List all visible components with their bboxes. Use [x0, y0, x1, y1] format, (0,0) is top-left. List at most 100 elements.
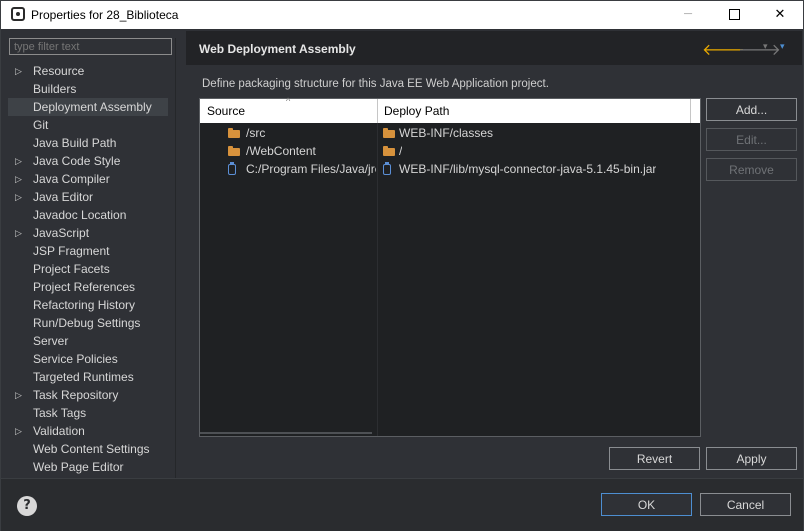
forward-arrow-icon[interactable]: 🡒 — [738, 39, 781, 59]
tree-item[interactable]: Server — [8, 332, 168, 350]
tree-item[interactable]: Service Policies — [8, 350, 168, 368]
column-header-source[interactable]: Source — [207, 104, 245, 118]
jar-icon — [228, 162, 236, 175]
folder-icon — [228, 146, 240, 156]
page-description: Define packaging structure for this Java… — [202, 78, 549, 90]
tree-item-label: Run/Debug Settings — [33, 316, 141, 330]
cancel-button-label: Cancel — [726, 498, 765, 512]
maximize-icon — [728, 9, 740, 20]
tree-item-label: Java Editor — [33, 190, 94, 204]
page-title: Web Deployment Assembly — [199, 42, 356, 56]
page-header: Web Deployment Assembly 🡐 🡒 ▾ ▾ — [186, 31, 802, 65]
tree-item-label: JavaScript — [33, 226, 90, 240]
tree-item[interactable]: Refactoring History — [8, 296, 168, 314]
forward-menu-icon[interactable]: ▾ — [763, 42, 768, 52]
column-header-deploy-path[interactable]: Deploy Path — [384, 104, 449, 118]
table-header: ^ Source Deploy Path — [200, 96, 700, 123]
minimize-button[interactable]: ─ — [665, 1, 711, 29]
tree-item[interactable]: Targeted Runtimes — [8, 368, 168, 386]
tree-item[interactable]: ▷ Task Repository — [8, 386, 168, 404]
tree-item[interactable]: ▷ Java Code Style — [8, 152, 168, 170]
view-menu-icon[interactable]: ▾ — [780, 42, 785, 52]
tree-item-label: Validation — [33, 424, 85, 438]
expand-arrow-icon[interactable]: ▷ — [15, 188, 22, 206]
source-cell: /src — [246, 126, 266, 140]
apply-button[interactable]: Apply — [706, 447, 797, 470]
sort-indicator-icon: ^ — [286, 96, 291, 106]
ok-button[interactable]: OK — [601, 493, 692, 516]
expand-arrow-icon[interactable]: ▷ — [15, 170, 22, 188]
tree-item-label: Web Content Settings — [33, 442, 150, 456]
folder-icon — [383, 146, 395, 156]
tree-item[interactable]: Javadoc Location — [8, 206, 168, 224]
property-tree: ▷ Resource Builders Deployment Assembly Git J… — [8, 62, 174, 476]
tree-item[interactable]: ▷ Java Compiler — [8, 170, 168, 188]
tree-item-label: Git — [33, 118, 49, 132]
expand-arrow-icon[interactable]: ▷ — [15, 62, 22, 80]
assembly-table: ^ Source Deploy Path /src WEB-INF/classes… — [199, 96, 701, 437]
revert-button-label: Revert — [636, 452, 673, 466]
tree-item-label: Project Facets — [33, 262, 110, 276]
expand-arrow-icon[interactable]: ▷ — [15, 224, 22, 242]
tree-item-label: Service Policies — [33, 352, 118, 366]
tree-item[interactable]: ▷ Java Editor — [8, 188, 168, 206]
tree-item[interactable]: Web Page Editor — [8, 458, 168, 476]
tree-item-label: Java Compiler — [33, 172, 110, 186]
tree-item[interactable]: Run/Debug Settings — [8, 314, 168, 332]
tree-item-label: Targeted Runtimes — [33, 370, 134, 384]
eclipse-icon — [11, 7, 25, 21]
table-row[interactable]: /WebContent / — [200, 142, 700, 160]
horizontal-scrollbar[interactable] — [200, 432, 372, 434]
add-button[interactable]: Add... — [706, 98, 797, 121]
revert-button[interactable]: Revert — [609, 447, 700, 470]
edit-button-label: Edit... — [736, 133, 767, 147]
tree-item[interactable]: ▷ Resource — [8, 62, 168, 80]
tree-item[interactable]: ▷ JavaScript — [8, 224, 168, 242]
tree-item-label: Resource — [33, 64, 85, 78]
title-bar: Properties for 28_Biblioteca ─ ✕ — [1, 1, 803, 29]
minimize-icon: ─ — [684, 7, 692, 22]
tree-item[interactable]: Project Facets — [8, 260, 168, 278]
close-button[interactable]: ✕ — [757, 1, 803, 29]
expand-arrow-icon[interactable]: ▷ — [15, 386, 22, 404]
tree-item[interactable]: Builders — [8, 80, 168, 98]
apply-button-label: Apply — [736, 452, 767, 466]
deploy-path-cell: WEB-INF/lib/mysql-connector-java-5.1.45-… — [399, 162, 657, 176]
window-title: Properties for 28_Biblioteca — [31, 8, 179, 22]
tree-item[interactable]: Git — [8, 116, 168, 134]
help-icon[interactable]: ? — [17, 496, 37, 516]
column-separator[interactable] — [377, 99, 378, 123]
tree-item-label: Refactoring History — [33, 298, 136, 312]
tree-item-label: Project References — [33, 280, 136, 294]
tree-divider — [175, 38, 176, 478]
table-row[interactable]: C:/Program Files/Java/jre WEB-INF/lib/mys… — [200, 160, 700, 178]
maximize-button[interactable] — [711, 1, 757, 29]
source-cell: C:/Program Files/Java/jre — [246, 162, 376, 176]
tree-item-label: Builders — [33, 82, 77, 96]
tree-item[interactable]: Java Build Path — [8, 134, 168, 152]
tree-item-label: Task Repository — [33, 388, 119, 402]
expand-arrow-icon[interactable]: ▷ — [15, 152, 22, 170]
tree-item[interactable]: Task Tags — [8, 404, 168, 422]
filter-input[interactable] — [9, 38, 172, 55]
tree-item-label: JSP Fragment — [33, 244, 110, 258]
tree-item[interactable]: JSP Fragment — [8, 242, 168, 260]
tree-item[interactable]: Web Content Settings — [8, 440, 168, 458]
tree-item[interactable]: ▷ Validation — [8, 422, 168, 440]
tree-item[interactable]: Project References — [8, 278, 168, 296]
column-separator[interactable] — [690, 99, 691, 123]
source-cell: /WebContent — [246, 144, 316, 158]
remove-button[interactable]: Remove — [706, 158, 797, 181]
tree-item-label: Java Build Path — [33, 136, 117, 150]
tree-item-label: Javadoc Location — [33, 208, 127, 222]
tree-item-label: Web Page Editor — [33, 460, 124, 474]
deploy-path-cell: WEB-INF/classes — [399, 126, 494, 140]
properties-dialog: Properties for 28_Biblioteca ─ ✕ ▷ Resour… — [0, 0, 804, 531]
ok-button-label: OK — [637, 498, 656, 512]
cancel-button[interactable]: Cancel — [700, 493, 791, 516]
tree-item[interactable]: Deployment Assembly — [8, 98, 168, 116]
table-row[interactable]: /src WEB-INF/classes — [200, 124, 700, 142]
edit-button[interactable]: Edit... — [706, 128, 797, 151]
folder-icon — [383, 128, 395, 138]
expand-arrow-icon[interactable]: ▷ — [15, 422, 22, 440]
